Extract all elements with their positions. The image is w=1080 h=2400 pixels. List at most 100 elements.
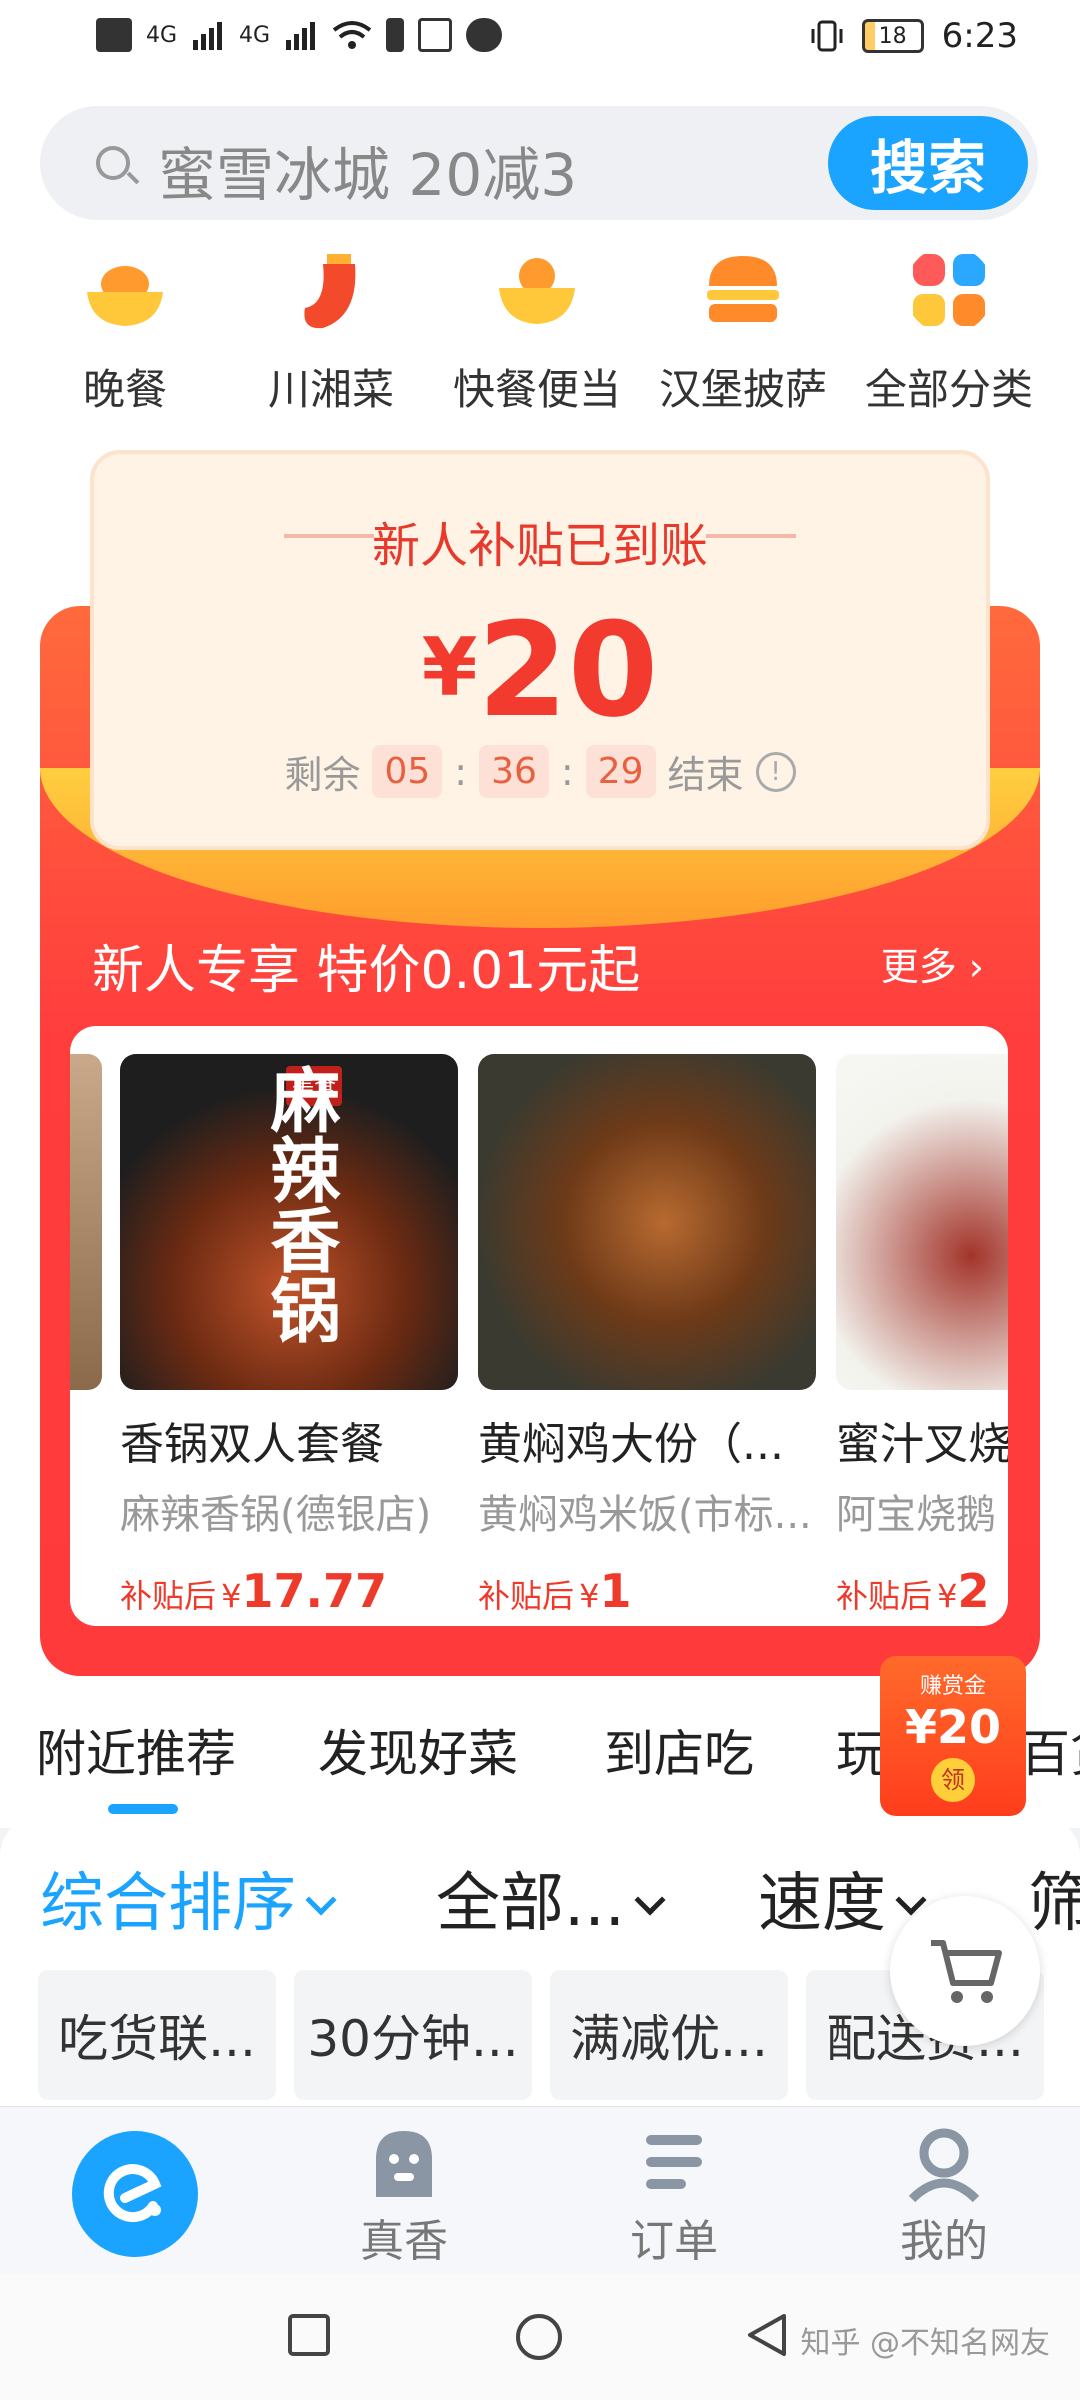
price-value: 1 [599,1564,632,1618]
sort-comprehensive[interactable]: 综合排序 [40,1852,337,1944]
vibrate-icon [811,20,843,52]
new-user-voucher-card[interactable]: 新人补贴已到账 ¥20 剩余 05 : 36 : 29 结束 ! [90,450,990,850]
price-value: 2 [957,1564,990,1618]
product-shop: 黄焖鸡米饭(市标... [478,1492,812,1538]
battery-alert-icon [386,18,405,52]
newbie-promo-section: 新人补贴已到账 ¥20 剩余 05 : 36 : 29 结束 ! 新人专享 特价… [0,438,1080,1678]
countdown-seconds: 29 [585,745,656,798]
filter-chip[interactable]: 30分钟... [294,1970,532,2100]
profile-icon [908,2128,980,2203]
sort-label: 综合排序 [40,1867,296,1941]
nav-label: 我的 [900,2216,988,2267]
sort-filter[interactable]: 筛 [1028,1852,1080,1944]
price-currency: ¥ [221,1577,242,1615]
countdown-separator: : [560,749,574,794]
reward-claim-button[interactable]: 领 [931,1758,975,1802]
product-image [478,1054,816,1390]
all-categories-icon [913,254,985,326]
burger-icon [707,256,779,322]
currency-symbol: ¥ [421,621,478,714]
price-label: 补贴后 [120,1577,217,1615]
product-image [836,1054,1008,1390]
price-currency: ¥ [579,1577,600,1615]
header: 蜜雪冰城 20减3 搜索 晚餐 川湘菜 快餐便当 汉堡披萨 全部分类 [0,78,1080,438]
nav-label: 订单 [630,2216,718,2267]
price-value: 17.77 [241,1564,387,1618]
fast-food-bowl-icon [499,258,575,324]
ghost-face-icon [376,2131,432,2197]
info-icon[interactable]: ! [755,751,796,792]
category-row: 晚餐 川湘菜 快餐便当 汉堡披萨 全部分类 [0,246,1080,436]
tab-play[interactable]: 玩 [836,1714,886,1786]
countdown-timer: 剩余 05 : 36 : 29 结束 ! [94,744,986,799]
product-name: 黄焖鸡大份（... [478,1419,784,1470]
tab-discover[interactable]: 发现好菜 [318,1714,518,1786]
reward-float-button[interactable]: 赚赏金 ¥20 领 [880,1656,1026,1816]
product-card[interactable]: 黄焖鸡大份（... 黄焖鸡米饭(市标... 补贴后 ¥1 [478,1054,816,1618]
status-left-icons: 4G 4G [96,18,503,52]
more-label: 更多 [880,945,957,989]
product-name: 蜜汁叉烧 [836,1419,1008,1470]
product-card[interactable]: 蜜汁叉烧 阿宝烧鹅 补贴后 ¥2 [836,1054,1008,1618]
chevron-right-icon: › [968,945,984,989]
battery-indicator: 18 [861,19,924,53]
chevron-down-icon [305,1884,337,1916]
product-image: 美食 麻辣香锅 [120,1054,458,1390]
signal-4g-icon-2: 4G [239,22,271,48]
end-label: 结束 [667,753,744,797]
product-card[interactable]: 美食 麻辣香锅 香锅双人套餐 麻辣香锅(德银店) 补贴后 ¥17.77 [120,1054,458,1618]
category-label: 川湘菜 [267,365,394,414]
nav-profile[interactable]: 我的 [844,2123,1044,2269]
back-triangle-icon[interactable] [744,2312,790,2358]
nav-home-button[interactable] [72,2131,198,2257]
bottom-navigation: 真香 订单 我的 [0,2106,1080,2274]
nav-zhenxiang[interactable]: 真香 [304,2123,504,2269]
category-label: 全部分类 [864,365,1033,414]
category-fast-food[interactable]: 快餐便当 [434,246,640,436]
shopping-cart-icon [931,1940,1002,2003]
signal-4g-icon-1: 4G [146,22,178,48]
tab-dine-in[interactable]: 到店吃 [604,1714,754,1786]
product-name: 香锅双人套餐 [120,1419,384,1470]
nav-label: 真香 [360,2216,448,2267]
category-sichuan-hunan[interactable]: 川湘菜 [228,246,434,436]
category-label: 晚餐 [82,365,167,414]
product-price: 补贴后 ¥17.77 [120,1564,458,1618]
recent-apps-icon[interactable] [286,2312,332,2358]
sort-label: 全部... [436,1867,626,1941]
price-label: 补贴后 [478,1577,575,1615]
product-price: 补贴后 ¥1 [478,1564,816,1618]
newbie-section-title: 新人专享 特价0.01元起 [92,941,641,1001]
sort-label: 速度 [758,1867,886,1941]
nav-orders[interactable]: 订单 [574,2123,774,2269]
price-label: 补贴后 [836,1577,933,1615]
system-navigation-bar: 知乎 @不知名网友 [0,2274,1080,2400]
dinner-bowl-icon [87,266,163,326]
search-input[interactable]: 蜜雪冰城 20减3 [158,128,577,212]
chili-icon [304,254,356,329]
category-all[interactable]: 全部分类 [846,246,1052,436]
category-burger-pizza[interactable]: 汉堡披萨 [640,246,846,436]
search-button[interactable]: 搜索 [828,116,1028,210]
sort-all[interactable]: 全部... [436,1852,666,1944]
sort-speed[interactable]: 速度 [758,1852,927,1944]
newbie-product-carousel[interactable]: 美食 麻辣香锅 香锅双人套餐 麻辣香锅(德银店) 补贴后 ¥17.77 黄焖鸡大… [70,1026,1008,1626]
cart-button[interactable] [890,1896,1040,2046]
category-dinner[interactable]: 晚餐 [22,246,228,436]
search-icon [96,146,130,180]
filter-chip[interactable]: 吃货联... [38,1970,276,2100]
home-circle-icon[interactable] [514,2312,564,2362]
tab-general-goods[interactable]: 百货 [1020,1714,1080,1786]
product-shop: 麻辣香锅(德银店) [120,1492,432,1538]
category-label: 快餐便当 [452,365,621,414]
tab-nearby[interactable]: 附近推荐 [36,1714,236,1786]
hd-icon [96,18,132,52]
search-bar[interactable]: 蜜雪冰城 20减3 搜索 [40,106,1038,220]
reward-title: 赚赏金 [919,1674,986,1699]
wechat-icon [466,18,503,52]
filter-chip[interactable]: 满减优... [550,1970,788,2100]
category-label: 汉堡披萨 [658,365,827,414]
status-bar: 4G 4G 18 6:23 [0,0,1080,78]
status-right: 18 6:23 [810,16,1018,56]
more-link[interactable]: 更多 › [881,936,984,991]
